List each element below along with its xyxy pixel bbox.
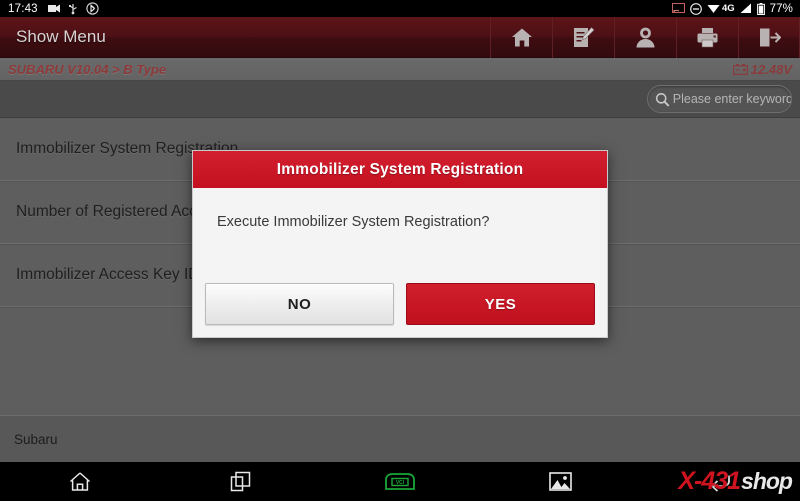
nav-vci-icon: VCI (385, 473, 415, 490)
toolbar (490, 16, 800, 58)
page-title: Show Menu (16, 27, 106, 46)
status-clock: 17:43 (8, 2, 38, 15)
toolbar-user-button[interactable] (614, 16, 676, 58)
nav-back-button[interactable] (640, 462, 800, 501)
status-right-icons: 4G 77% (671, 2, 793, 15)
voltage-value: 12.48V (750, 61, 792, 77)
wifi-icon (707, 5, 720, 13)
usb-debug-icon (68, 3, 77, 14)
dialog-no-button[interactable]: NO (205, 283, 394, 325)
dialog-title: Immobilizer System Registration (276, 160, 524, 178)
tablet-screen: 17:43 4G 77% Show Menu SUBARU V10.04 > B… (0, 0, 800, 501)
network-type-label: 4G (721, 3, 735, 14)
breadcrumb-bar: SUBARU V10.04 > B Type 12.48V (0, 58, 800, 81)
toolbar-exit-button[interactable] (738, 16, 800, 58)
dialog-actions: NO YES (193, 281, 607, 337)
nav-back-icon (710, 475, 730, 492)
toolbar-notes-button[interactable] (552, 16, 614, 58)
nav-vci-button[interactable]: VCI (320, 462, 480, 501)
signal-icon (740, 3, 751, 13)
dialog-body: Execute Immobilizer System Registration? (193, 188, 607, 281)
voltage-indicator: 12.48V (732, 61, 792, 77)
confirm-dialog: Immobilizer System Registration Execute … (192, 150, 608, 338)
cast-icon (671, 3, 685, 13)
nav-recents-icon (230, 471, 250, 492)
dialog-message: Execute Immobilizer System Registration? (217, 214, 490, 230)
breadcrumb: SUBARU V10.04 > B Type (8, 61, 167, 77)
nav-screenshot-button[interactable] (480, 462, 640, 501)
search-placeholder: Please enter keyword (672, 92, 791, 106)
battery-icon (756, 2, 765, 15)
dialog-yes-button[interactable]: YES (406, 283, 595, 325)
print-icon (697, 27, 718, 47)
screenshot-icon (47, 4, 60, 13)
vehicle-label: Subaru (14, 431, 58, 447)
search-row: Please enter keyword (0, 81, 800, 118)
nav-home-button[interactable] (0, 462, 160, 501)
exit-icon (759, 28, 781, 46)
svg-text:VCI: VCI (396, 480, 405, 486)
home-icon (511, 28, 532, 46)
nav-home-icon (69, 472, 91, 491)
app-title-bar: Show Menu (0, 16, 800, 58)
battery-percent-label: 77% (769, 2, 793, 15)
toolbar-home-button[interactable] (490, 16, 552, 58)
nav-recents-button[interactable] (160, 462, 320, 501)
notes-icon (574, 26, 595, 47)
battery-voltage-icon (732, 63, 748, 75)
search-input[interactable]: Please enter keyword (647, 85, 792, 113)
footer-status-bar: Subaru (0, 415, 800, 462)
toolbar-print-button[interactable] (676, 16, 738, 58)
status-left-icons (47, 2, 99, 15)
search-icon (655, 92, 670, 107)
dnd-icon (690, 2, 702, 15)
nav-screenshot-icon (548, 472, 572, 491)
dialog-title-bar: Immobilizer System Registration (193, 151, 607, 188)
bluetooth-icon (86, 2, 99, 15)
android-status-bar: 17:43 4G 77% (0, 0, 800, 17)
android-nav-bar: VCI (0, 462, 800, 501)
user-icon (636, 27, 655, 48)
